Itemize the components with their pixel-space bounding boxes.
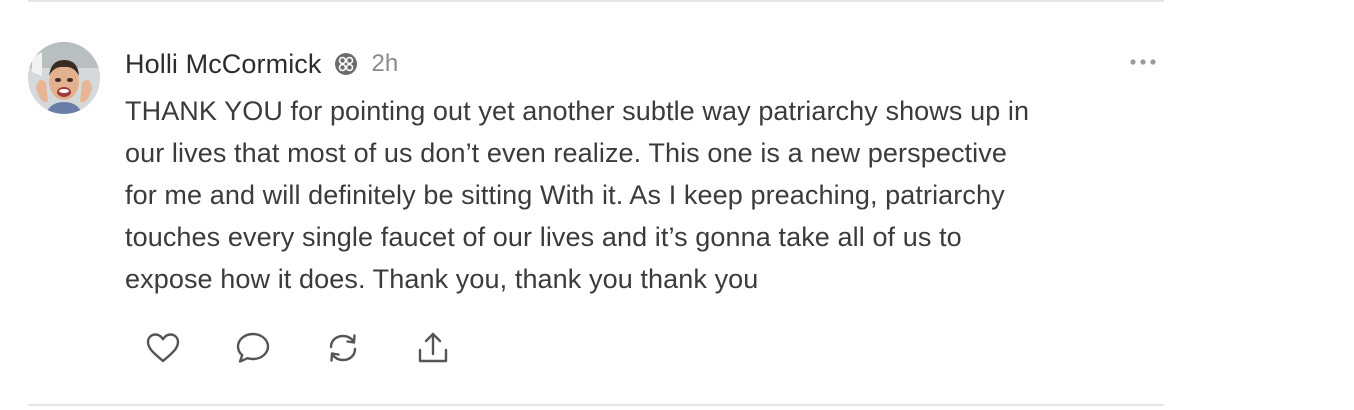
post-body-line: our lives that most of us don’t even rea… [125, 138, 1007, 168]
top-divider [28, 0, 1164, 2]
share-button[interactable] [415, 330, 451, 366]
post-container: Holli McCormick 2h THANK YOU for pointin… [0, 0, 1354, 410]
post-timestamp: 2h [371, 50, 399, 77]
more-options-button[interactable] [1127, 52, 1159, 72]
post-body: THANK YOU for pointing out yet another s… [125, 90, 1155, 300]
avatar-photo [28, 42, 100, 114]
like-button[interactable] [145, 330, 181, 366]
more-dots-icon [1130, 59, 1156, 65]
heart-icon [146, 333, 180, 363]
avatar[interactable] [28, 42, 100, 114]
post-body-line: touches every single faucet of our lives… [125, 222, 962, 252]
post-body-line: for me and will definitely be sitting Wi… [125, 180, 1005, 210]
post-actions [145, 330, 451, 366]
verified-badge-icon [334, 52, 358, 76]
bottom-divider [28, 404, 1164, 406]
comment-icon [236, 332, 270, 363]
post-header: Holli McCormick 2h [125, 44, 398, 84]
post-body-line: THANK YOU for pointing out yet another s… [125, 96, 1030, 126]
comment-button[interactable] [235, 330, 271, 366]
repost-button[interactable] [325, 330, 361, 366]
share-icon [418, 332, 448, 363]
author-name[interactable]: Holli McCormick [125, 49, 322, 80]
repost-icon [329, 334, 357, 362]
post-body-line: expose how it does. Thank you, thank you… [125, 264, 759, 294]
